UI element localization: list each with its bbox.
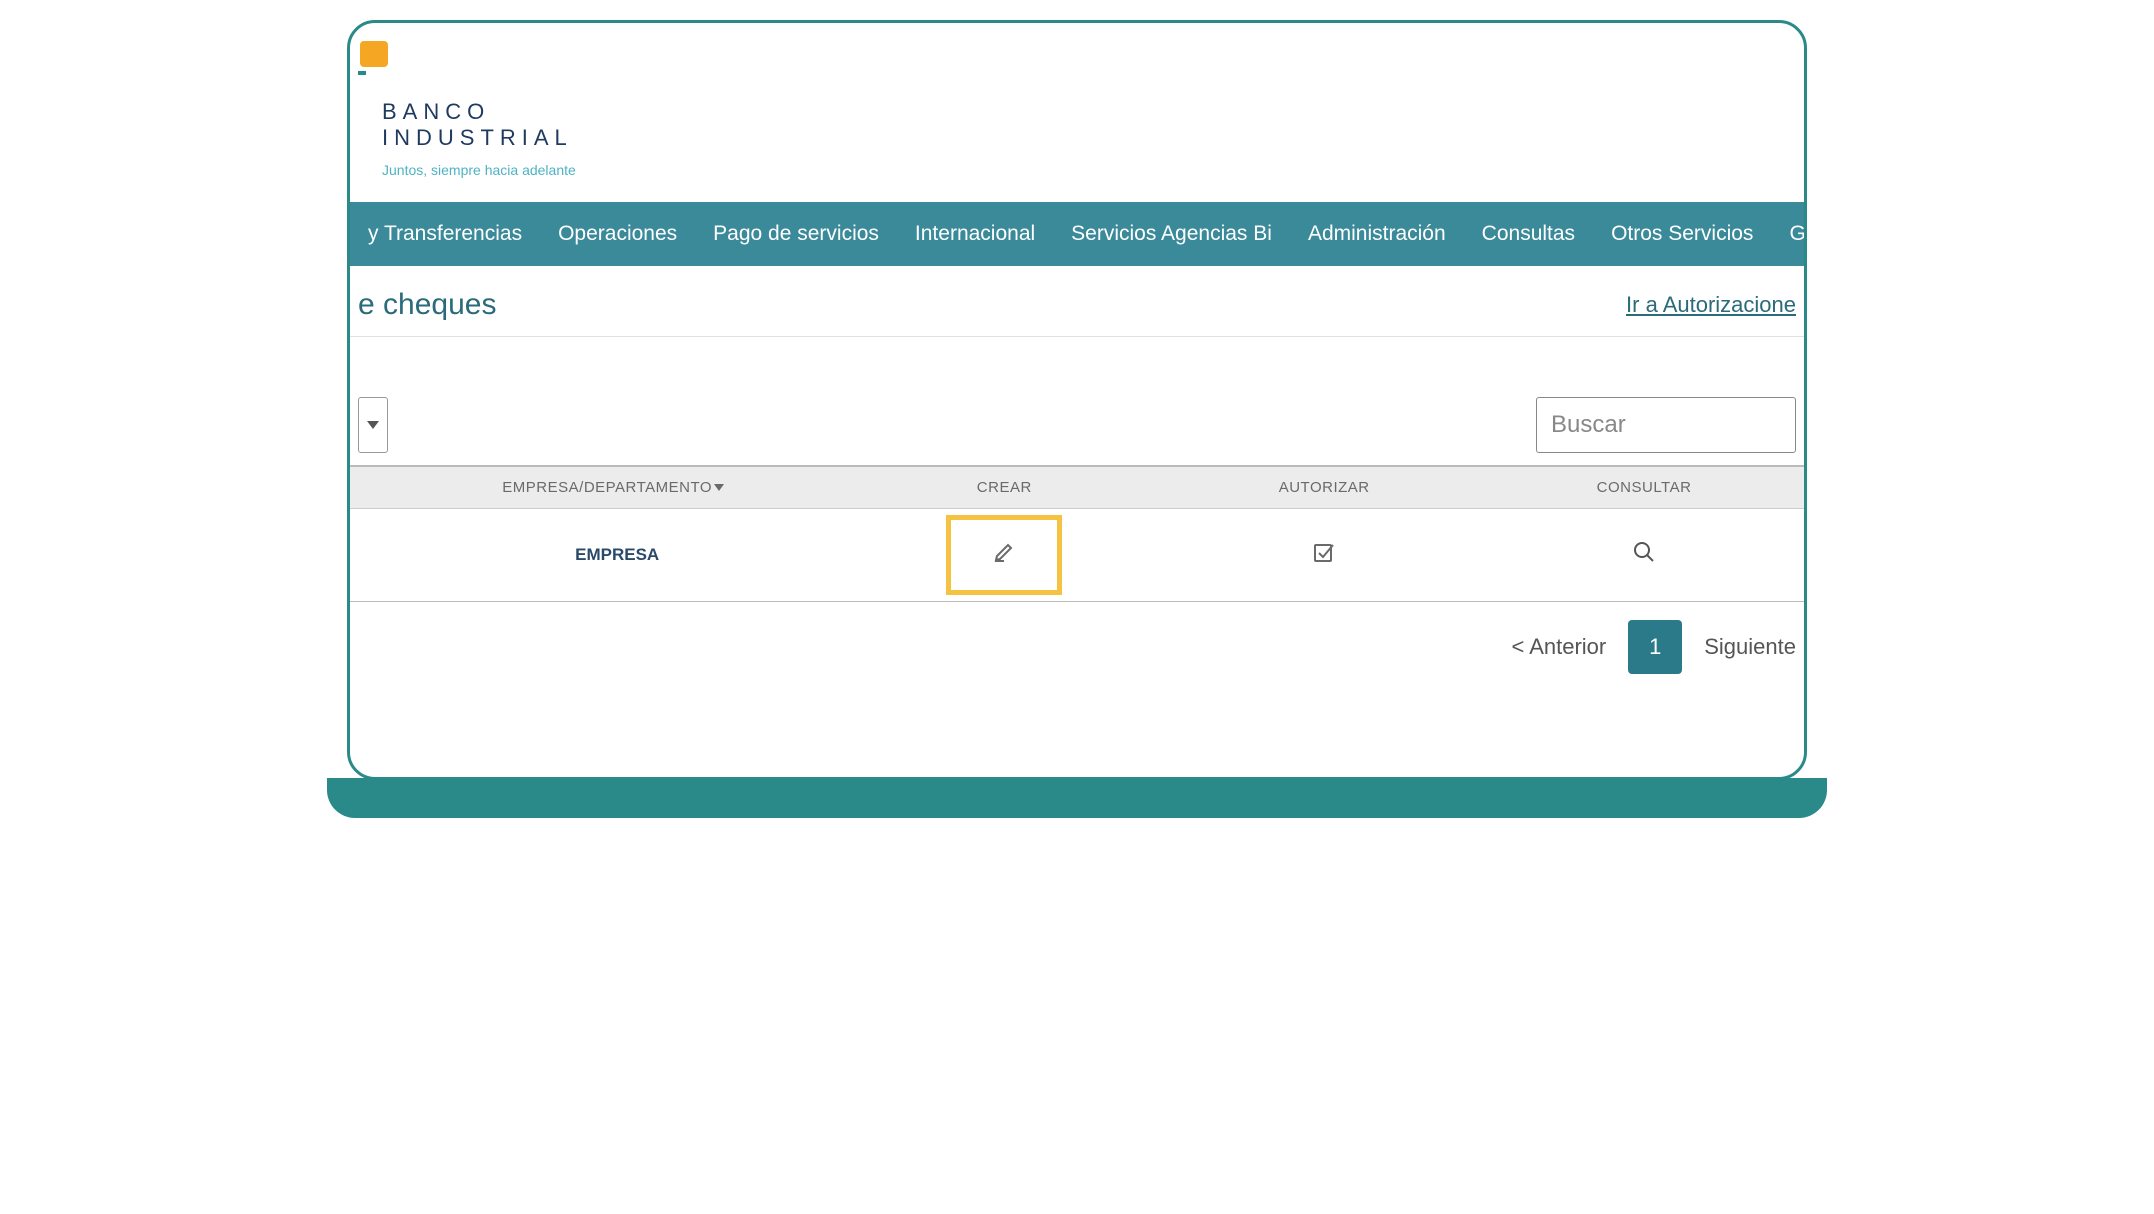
nav-administracion[interactable]: Administración — [1290, 222, 1464, 246]
sort-down-icon — [714, 484, 724, 491]
browser-tab[interactable] — [360, 41, 388, 67]
device-base — [327, 778, 1827, 818]
magnifier-icon — [1632, 540, 1656, 564]
page-size-dropdown[interactable] — [358, 397, 388, 453]
search-input[interactable] — [1536, 397, 1796, 453]
col-empresa[interactable]: EMPRESA/DEPARTAMENTO — [350, 466, 844, 509]
nav-internacional[interactable]: Internacional — [897, 222, 1053, 246]
col-consultar: CONSULTAR — [1484, 466, 1804, 509]
page-title: e cheques — [358, 288, 496, 322]
brand-line-2: INDUSTRIAL — [382, 125, 1796, 151]
pagination-next[interactable]: Siguiente — [1704, 634, 1796, 660]
chevron-down-icon — [367, 421, 379, 429]
pagination: < Anterior 1 Siguiente — [350, 602, 1804, 682]
autorizar-button[interactable] — [1312, 551, 1336, 568]
crear-button[interactable] — [992, 540, 1016, 569]
data-table: EMPRESA/DEPARTAMENTO CREAR AUTORIZAR CON… — [350, 465, 1804, 602]
consultar-button[interactable] — [1632, 551, 1656, 568]
device-frame: BANCO INDUSTRIAL Juntos, siempre hacia a… — [347, 20, 1807, 818]
autorizaciones-link[interactable]: Ir a Autorizacione — [1626, 292, 1796, 318]
nav-servicios-agencias[interactable]: Servicios Agencias Bi — [1053, 222, 1290, 246]
col-autorizar: AUTORIZAR — [1164, 466, 1484, 509]
table-row: EMPRESA — [350, 508, 1804, 601]
page-header-row: e cheques Ir a Autorizacione — [350, 266, 1804, 337]
nav-otros-servicios[interactable]: Otros Servicios — [1593, 222, 1771, 246]
brand-tagline: Juntos, siempre hacia adelante — [382, 162, 1796, 178]
nav-consultas[interactable]: Consultas — [1464, 222, 1593, 246]
row-empresa-label: EMPRESA — [358, 545, 836, 565]
logo-area: BANCO INDUSTRIAL Juntos, siempre hacia a… — [350, 75, 1804, 202]
crear-highlight — [946, 515, 1062, 595]
col-empresa-label: EMPRESA/DEPARTAMENTO — [502, 479, 712, 496]
pagination-current[interactable]: 1 — [1628, 620, 1682, 674]
controls-row — [350, 397, 1804, 465]
nav-ge-truncated[interactable]: Ge — [1771, 222, 1804, 246]
checkbox-icon — [1312, 540, 1336, 564]
main-nav: y Transferencias Operaciones Pago de ser… — [350, 202, 1804, 266]
browser-chrome — [350, 23, 1804, 75]
pagination-prev[interactable]: < Anterior — [1511, 634, 1606, 660]
table-header-row: EMPRESA/DEPARTAMENTO CREAR AUTORIZAR CON… — [350, 466, 1804, 509]
nav-transferencias[interactable]: y Transferencias — [350, 222, 540, 246]
nav-pago-servicios[interactable]: Pago de servicios — [695, 222, 897, 246]
col-crear: CREAR — [844, 466, 1164, 509]
nav-operaciones[interactable]: Operaciones — [540, 222, 695, 246]
screen: BANCO INDUSTRIAL Juntos, siempre hacia a… — [347, 20, 1807, 780]
page-body: e cheques Ir a Autorizacione EMPRESA/DEP… — [350, 266, 1804, 682]
brand-line-1: BANCO — [382, 99, 1796, 125]
pencil-icon — [992, 540, 1016, 564]
